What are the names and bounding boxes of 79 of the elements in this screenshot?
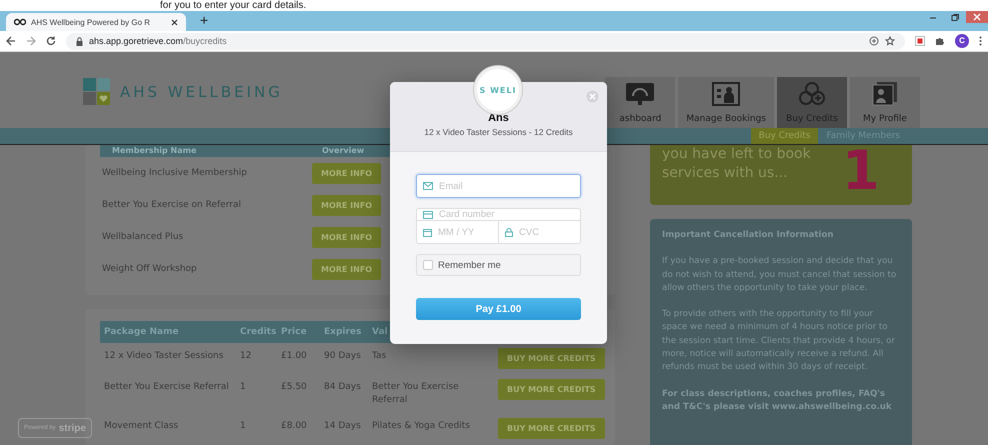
close-button[interactable] <box>966 11 988 23</box>
table-cell-text: 84 Days <box>323 381 362 394</box>
more-info-button[interactable]: MORE INFO <box>312 194 382 216</box>
url-host: ahs.app.goretrieve.com <box>89 36 184 46</box>
column-header: Membership Name <box>112 145 198 157</box>
close-icon <box>973 13 981 21</box>
card-number-field[interactable]: Card number <box>417 209 580 220</box>
membership-name: Wellbalanced Plus <box>102 231 184 243</box>
membership-name: Weight Off Workshop <box>102 263 198 275</box>
coins-icon <box>796 81 828 107</box>
column-header: Expires <box>320 321 368 343</box>
browser-tab[interactable]: AHS Wellbeing Powered by Go R <box>6 13 186 31</box>
more-info-button[interactable]: MORE INFO <box>312 226 382 248</box>
table-cell-text: 12 <box>239 350 252 363</box>
column-header: Price <box>277 321 320 343</box>
column-header: Credits <box>236 321 277 343</box>
column-header: Overview <box>322 145 366 157</box>
nav-label: ashboard <box>619 114 662 124</box>
zoom-icon[interactable] <box>869 36 879 46</box>
more-info-button[interactable]: MORE INFO <box>312 162 382 184</box>
table-cell-text: Pilates & Yoga Credits <box>371 420 471 433</box>
site-icon <box>14 18 26 26</box>
table-cell-text: £8.00 <box>280 420 308 433</box>
nav-tile[interactable]: My Profile <box>850 77 920 128</box>
remember-checkbox[interactable] <box>423 260 433 270</box>
expiry-field[interactable]: MM / YY <box>417 221 499 243</box>
subnav-tab[interactable]: Buy Credits <box>750 128 818 144</box>
nav-label: My Profile <box>863 114 907 124</box>
buy-credits-button[interactable]: BUY MORE CREDITS <box>498 348 605 369</box>
table-cell-text: £1.00 <box>280 350 308 363</box>
calendar-icon <box>423 228 432 236</box>
lock-icon <box>76 36 83 46</box>
star-icon[interactable] <box>885 36 895 46</box>
extension-icon[interactable] <box>915 36 925 46</box>
logo-icon <box>83 78 110 105</box>
profile-avatar[interactable]: C <box>955 34 969 48</box>
monitor-gauge-icon <box>624 81 656 107</box>
table-cell-text: Tas <box>371 350 388 363</box>
merchant-logo: S WELI <box>474 66 522 114</box>
back-icon[interactable] <box>6 36 16 46</box>
table-cell-text: 90 Days <box>323 350 362 363</box>
column-header: Package Name <box>100 321 236 343</box>
pay-button[interactable]: Pay £1.00 <box>416 298 581 320</box>
table-cell-text: 1 <box>239 381 247 394</box>
url-path: /buycredits <box>183 36 227 46</box>
lock-icon <box>505 228 513 236</box>
credits-count: 1 <box>842 145 880 204</box>
person-board-icon <box>710 81 742 107</box>
membership-name: Wellbeing Inclusive Membership <box>102 167 248 179</box>
more-info-button[interactable]: MORE INFO <box>312 258 382 280</box>
table-cell-text: £5.50 <box>280 381 308 394</box>
new-tab-button[interactable]: + <box>200 12 208 28</box>
restore-icon <box>951 13 959 21</box>
remember-label: Remember me <box>438 260 501 270</box>
envelope-icon <box>423 182 433 190</box>
table-cell-text: Better You Exercise Referral <box>103 381 230 394</box>
nav-tile[interactable]: Manage Bookings <box>678 77 774 128</box>
menu-icon[interactable] <box>979 36 982 46</box>
email-field[interactable]: Email <box>416 174 581 198</box>
table-cell-text: Movement Class <box>103 420 180 433</box>
cvc-field[interactable]: CVC <box>499 221 580 243</box>
membership-name: Better You Exercise on Referral <box>102 199 242 211</box>
table-cell-text: 12 x Video Taster Sessions <box>103 350 224 363</box>
buy-credits-button[interactable]: BUY MORE CREDITS <box>498 418 605 439</box>
caption-text: for you to enter your card details. <box>159 0 308 11</box>
card-icon <box>423 210 433 218</box>
table-cell-text: Better You Exercise Referral <box>371 381 460 407</box>
reload-icon[interactable] <box>46 36 56 46</box>
close-icon[interactable] <box>171 18 178 26</box>
nav-label: Manage Bookings <box>686 114 766 124</box>
puzzle-icon[interactable] <box>935 36 945 46</box>
brand-name: AHS WELLBEING <box>120 82 283 100</box>
purchase-description: 12 x Video Taster Sessions - 12 Credits <box>424 127 573 137</box>
table-cell-text: 14 Days <box>323 420 362 433</box>
nav-tile[interactable]: ashboard <box>605 77 676 128</box>
tab-title: AHS Wellbeing Powered by Go R <box>31 18 152 26</box>
buy-credits-button[interactable]: BUY MORE CREDITS <box>498 379 605 400</box>
address-field[interactable]: ahs.app.goretrieve.com/buycredits <box>66 32 905 50</box>
table-cell-text: 1 <box>239 420 247 433</box>
